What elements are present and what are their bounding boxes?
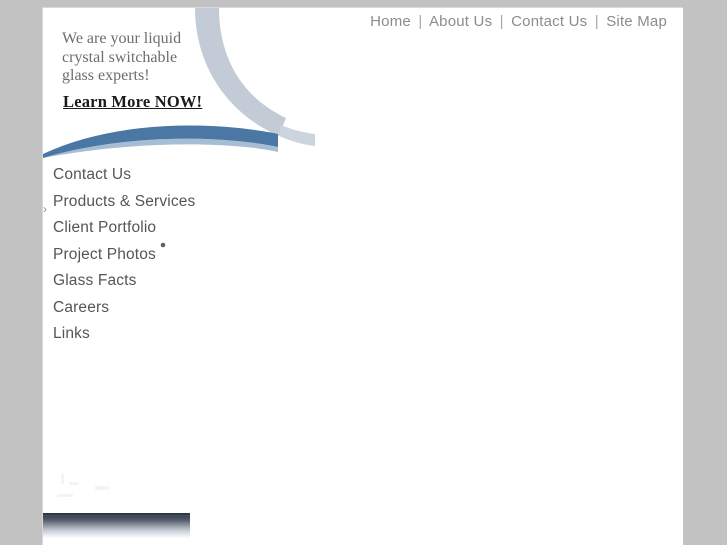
hero-tagline: We are your liquid crystal switchable gl… (62, 30, 242, 86)
sidebar-item-project-photos[interactable]: Project Photos (51, 246, 211, 273)
topnav-separator: | (499, 13, 504, 30)
artifact-smudge (95, 486, 109, 490)
gutter-chevron-right-icon: › (43, 202, 47, 216)
artifact-smudge (57, 494, 73, 497)
artifact-smudge (61, 474, 64, 484)
topnav-separator: | (418, 13, 423, 30)
sidebar-item-careers[interactable]: Careers (51, 299, 211, 326)
hero-tagline-line-2: crystal switchable (62, 48, 178, 66)
sidebar-item-contact-us[interactable]: Contact Us (51, 166, 211, 193)
page-sheet: Home | About Us | Contact Us | Site Map … (42, 7, 683, 545)
sidebar-item-links[interactable]: Links (51, 325, 211, 352)
topnav-item-home[interactable]: Home (370, 13, 411, 30)
learn-more-link[interactable]: Learn More NOW! (63, 92, 202, 112)
hero-tagline-line-1: We are your liquid (62, 30, 182, 47)
sidebar-item-client-portfolio[interactable]: Client Portfolio (51, 219, 211, 246)
footer-bar-highlight (43, 513, 190, 515)
hero-tagline-line-3: glass experts! (62, 67, 150, 84)
top-navigation: Home | About Us | Contact Us | Site Map (370, 8, 667, 36)
artifact-smudge (69, 482, 79, 485)
sidebar-item-glass-facts[interactable]: Glass Facts (51, 272, 211, 299)
sidebar-navigation: Contact Us Products & Services Client Po… (51, 166, 211, 352)
footer-gradient-bar (43, 514, 190, 538)
topnav-item-contact-us[interactable]: Contact Us (511, 13, 587, 30)
topnav-item-about-us[interactable]: About Us (429, 13, 492, 30)
sidebar-item-products-services[interactable]: Products & Services (51, 193, 211, 220)
topnav-item-site-map[interactable]: Site Map (606, 13, 667, 30)
topnav-separator: | (594, 13, 599, 30)
